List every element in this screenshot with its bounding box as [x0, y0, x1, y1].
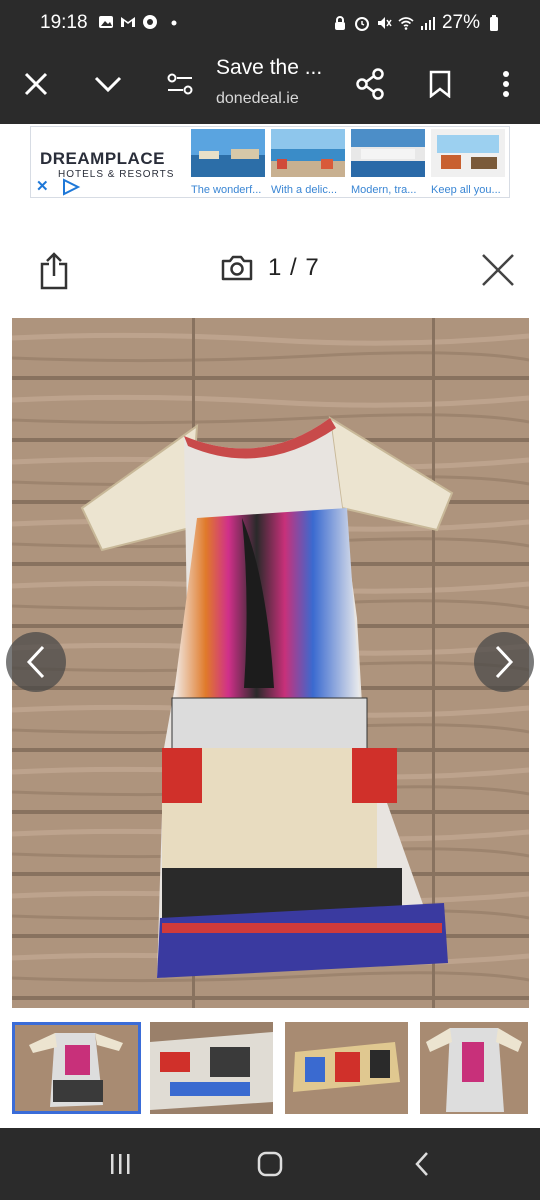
bookmark-icon [429, 70, 451, 98]
thumbnail-1[interactable] [12, 1022, 141, 1114]
share-upload-icon [40, 252, 68, 290]
ad-banner[interactable]: DREAMPLACE HOTELS & RESORTS ✕ The wonder… [30, 126, 510, 198]
recents-icon [111, 1154, 130, 1174]
ad-item-image [431, 129, 505, 177]
system-nav-bar [0, 1128, 540, 1200]
adchoices-icon[interactable] [61, 178, 81, 196]
ad-item[interactable]: The wonderf... [191, 129, 265, 196]
photo-counter-text: 1 / 7 [268, 254, 320, 281]
chevron-right-icon [495, 645, 514, 679]
gmail-icon [121, 17, 135, 27]
ad-item-caption: The wonderf... [191, 184, 262, 196]
browser-toolbar: Save the ... donedeal.ie [0, 46, 540, 124]
ad-item[interactable]: Keep all you... [431, 129, 505, 196]
previous-photo-button[interactable] [6, 632, 66, 692]
mute-icon [377, 17, 392, 29]
dress-photo [12, 318, 529, 1008]
share-icon [356, 68, 384, 100]
ad-item-image [351, 129, 425, 177]
ad-brand: DREAMPLACE [40, 149, 165, 168]
main-photo[interactable] [12, 318, 529, 1008]
thumbnail-2[interactable] [150, 1022, 273, 1114]
home-button[interactable] [250, 1146, 290, 1182]
status-bar: 19:18 27% [0, 0, 540, 46]
gallery-close-button[interactable] [478, 250, 518, 290]
gallery-icon [99, 16, 113, 28]
dot-icon [171, 20, 177, 26]
thumbnail-image [15, 1025, 138, 1111]
battery-icon [490, 15, 498, 31]
gallery-header: 1 / 7 [0, 240, 540, 300]
more-vert-icon [503, 71, 509, 97]
page-title: Save the ... [216, 56, 323, 79]
thumbnail-image [285, 1022, 408, 1114]
back-button[interactable] [402, 1146, 442, 1182]
ad-item-caption: Modern, tra... [351, 184, 417, 196]
lock-icon [334, 16, 345, 30]
home-icon [257, 1151, 283, 1177]
chevron-left-icon [26, 645, 45, 679]
page-url: donedeal.ie [216, 90, 299, 107]
chrome-icon [143, 15, 157, 29]
alarm-icon [354, 17, 369, 31]
site-settings-button[interactable] [154, 58, 206, 110]
ad-item[interactable]: With a delic... [271, 129, 345, 196]
ad-item-caption: With a delic... [271, 184, 338, 196]
next-photo-button[interactable] [474, 632, 534, 692]
camera-icon [221, 255, 253, 281]
tune-icon [167, 73, 193, 95]
status-right: 27% [332, 12, 502, 34]
bookmark-button[interactable] [414, 58, 466, 110]
chevron-down-icon [94, 76, 122, 93]
photo-counter: 1 / 7 [220, 254, 320, 282]
back-icon [415, 1152, 428, 1176]
minimize-button[interactable] [82, 58, 134, 110]
close-tab-button[interactable] [10, 58, 62, 110]
signal-icon [420, 17, 435, 30]
more-menu-button[interactable] [480, 58, 532, 110]
recent-apps-button[interactable] [100, 1146, 140, 1182]
ad-item-image [271, 129, 345, 177]
ad-close-icon[interactable]: ✕ [36, 177, 49, 195]
ad-item-caption: Keep all you... [431, 184, 501, 196]
thumbnail-strip [0, 1018, 540, 1118]
ad-item[interactable]: Modern, tra... [351, 129, 425, 196]
share-page-button[interactable] [344, 58, 396, 110]
thumbnail-3[interactable] [285, 1022, 408, 1114]
thumbnail-image [150, 1022, 273, 1114]
battery-percent: 27% [441, 12, 480, 33]
thumbnail-image [420, 1022, 528, 1114]
wifi-icon [398, 17, 414, 30]
close-icon [482, 254, 514, 286]
status-left-icons [98, 14, 180, 30]
gallery-share-button[interactable] [36, 250, 72, 290]
close-icon [24, 72, 48, 96]
status-time: 19:18 [40, 12, 88, 33]
ad-item-image [191, 129, 265, 177]
thumbnail-4[interactable] [420, 1022, 528, 1114]
